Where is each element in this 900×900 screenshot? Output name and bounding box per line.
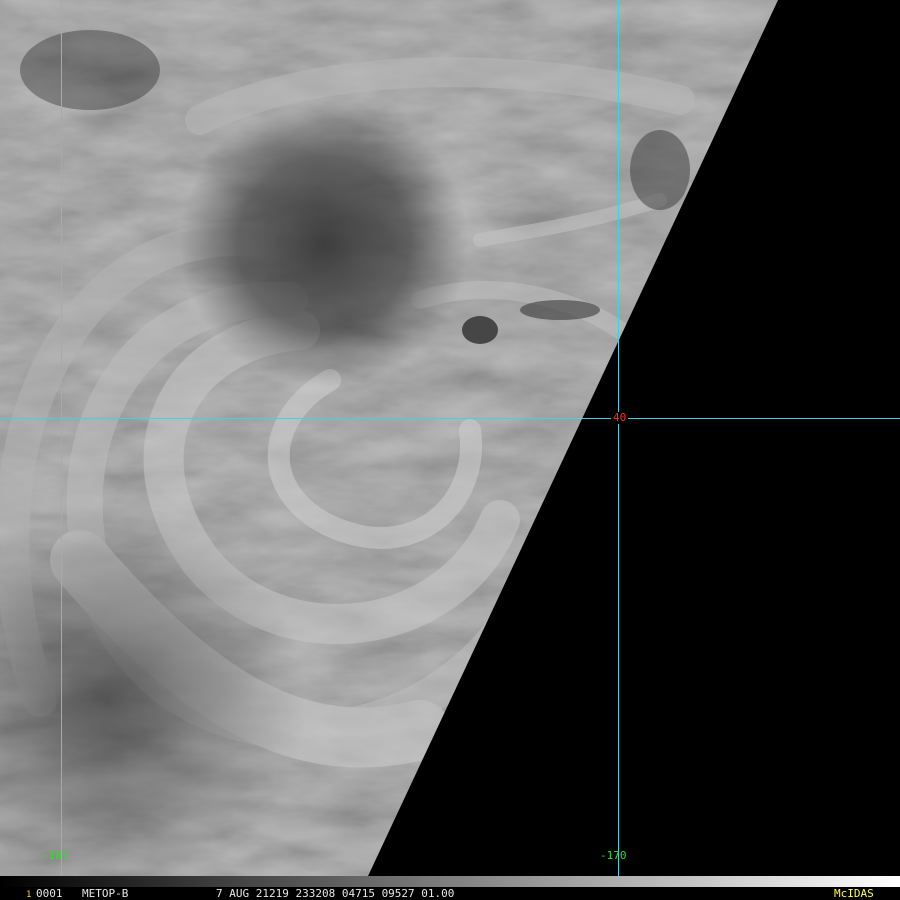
satellite-name: METOP-B (82, 887, 129, 900)
grayscale-ramp (0, 876, 900, 887)
longitude-label-left: -185 (42, 849, 69, 862)
status-bar: 1 0001 METOP-B 7 AUG 21219 233208 04715 … (0, 876, 900, 900)
software-name: McIDAS (834, 887, 874, 900)
longitude-label-right: -170 (600, 849, 627, 862)
status-line: 1 0001 METOP-B 7 AUG 21219 233208 04715 … (0, 887, 900, 900)
frame-id: 0001 (36, 887, 63, 900)
longitude-line-170 (618, 0, 619, 888)
latitude-line-40 (0, 418, 900, 419)
longitude-line-185 (61, 0, 62, 888)
image-date-time: 7 AUG 21219 233208 04715 09527 01.00 (216, 887, 455, 900)
latitude-label: 40 (611, 411, 629, 424)
frame-marker: 1 (26, 890, 32, 900)
cloud-swath (0, 0, 778, 876)
satellite-image-viewer: -185 -170 40 1 0001 METOP-B 7 AUG 21219 … (0, 0, 900, 900)
satellite-cloud-imagery (0, 0, 778, 876)
